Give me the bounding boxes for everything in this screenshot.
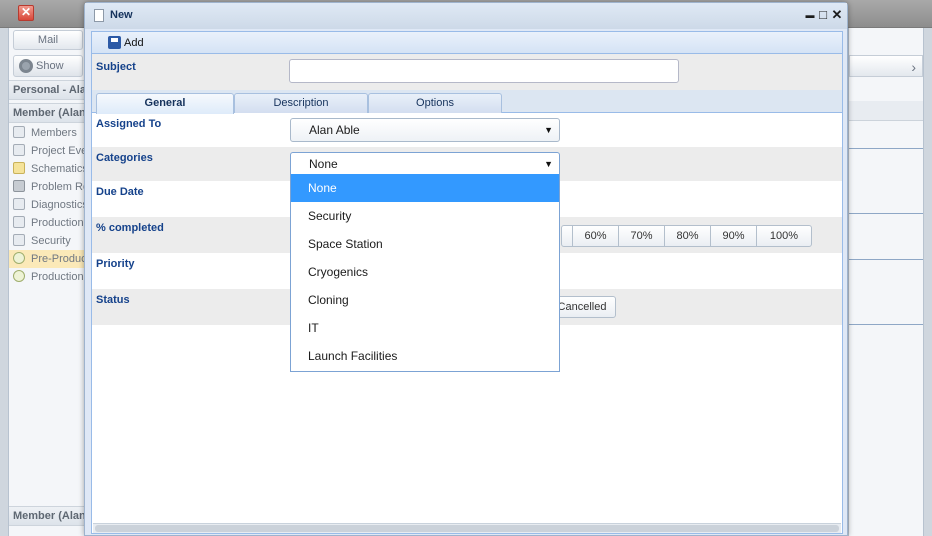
dropdown-option-launch-facilities[interactable]: Launch Facilities: [291, 342, 559, 370]
list-item[interactable]: Production: [9, 214, 85, 232]
assigned-to-label: Assigned To: [96, 118, 162, 130]
subject-label: Subject: [96, 61, 136, 73]
categories-dropdown-list: None Security Space Station Cryogenics C…: [290, 174, 560, 372]
grid-row-line: [849, 324, 923, 325]
list-item[interactable]: Problem Reports: [9, 178, 85, 196]
window-titlebar[interactable]: New ▬ □ ✕: [85, 3, 847, 29]
grid-row-line: [849, 213, 923, 214]
paper-icon: [13, 198, 25, 210]
grid-row-line: [849, 259, 923, 260]
status-label: Status: [96, 294, 130, 306]
percent-option-70[interactable]: 70%: [618, 225, 665, 247]
percent-option-80[interactable]: 80%: [664, 225, 711, 247]
background-nav-bar: ›: [849, 55, 923, 77]
calendar-icon: [13, 144, 25, 156]
subject-row: Subject: [92, 54, 842, 90]
percent-completed-segments: 60% 70% 80% 90% 100%: [561, 225, 812, 247]
dropdown-option-security[interactable]: Security: [291, 202, 559, 230]
section-member-bottom[interactable]: Member (Alan Able): [9, 506, 85, 526]
chevron-right-icon[interactable]: ›: [911, 59, 916, 75]
priority-label: Priority: [96, 258, 135, 270]
list-item[interactable]: Pre-Production: [9, 250, 85, 268]
list-item[interactable]: Schematics: [9, 160, 85, 178]
background-grid-header: [849, 101, 923, 121]
categories-label: Categories: [96, 152, 153, 164]
tab-general[interactable]: General: [96, 93, 234, 114]
background-sidebar: Mail Show Personal - Alan Member (Alan A…: [8, 28, 86, 536]
dropdown-option-space-station[interactable]: Space Station: [291, 230, 559, 258]
percent-option-100[interactable]: 100%: [756, 225, 812, 247]
categories-select[interactable]: None ▼: [290, 152, 560, 176]
eye-icon: [19, 59, 33, 73]
window-title: New: [110, 9, 133, 21]
mail-button[interactable]: Mail: [13, 30, 83, 50]
dropdown-option-it[interactable]: IT: [291, 314, 559, 342]
list-item[interactable]: Diagnostics: [9, 196, 85, 214]
close-icon[interactable]: ✕: [831, 7, 843, 23]
dropdown-option-cloning[interactable]: Cloning: [291, 286, 559, 314]
assigned-to-value: Alan Able: [309, 123, 360, 137]
dropdown-arrow-icon: ▼: [544, 159, 553, 169]
tab-strip: General Description Options: [92, 90, 842, 114]
dropdown-option-cryogenics[interactable]: Cryogenics: [291, 258, 559, 286]
scrollbar-thumb[interactable]: [95, 525, 839, 532]
background-folder-list: Members Project Events Schematics Proble…: [9, 124, 85, 286]
add-button-label: Add: [124, 37, 144, 49]
task-icon: [13, 270, 25, 282]
background-content-pane: ›: [848, 28, 924, 536]
assigned-to-select[interactable]: Alan Able ▼: [290, 118, 560, 142]
maximize-icon[interactable]: □: [817, 7, 829, 23]
document-icon: [94, 9, 104, 22]
dropdown-option-none[interactable]: None: [291, 174, 559, 202]
minimize-icon[interactable]: ▬: [804, 7, 816, 23]
list-item[interactable]: Members: [9, 124, 85, 142]
percent-option-60[interactable]: 60%: [572, 225, 619, 247]
show-button[interactable]: Show: [13, 55, 83, 77]
tab-description[interactable]: Description: [234, 93, 368, 113]
app-close-icon[interactable]: ✕: [18, 5, 34, 21]
categories-value: None: [309, 157, 338, 171]
save-icon: [108, 36, 121, 49]
list-item[interactable]: Production: [9, 268, 85, 286]
assigned-to-row: Assigned To Alan Able ▼: [92, 113, 842, 147]
percent-completed-label: % completed: [96, 222, 164, 234]
list-item[interactable]: Security: [9, 232, 85, 250]
grid-row-line: [849, 148, 923, 149]
members-icon: [13, 126, 25, 138]
horizontal-scrollbar[interactable]: [93, 523, 841, 533]
tab-options[interactable]: Options: [368, 93, 502, 113]
paper-icon: [13, 216, 25, 228]
show-button-label: Show: [36, 60, 64, 72]
percent-option-90[interactable]: 90%: [710, 225, 757, 247]
due-date-label: Due Date: [96, 186, 144, 198]
list-item[interactable]: Project Events: [9, 142, 85, 160]
dropdown-arrow-icon: ▼: [544, 125, 553, 135]
section-personal[interactable]: Personal - Alan: [9, 80, 85, 100]
section-member[interactable]: Member (Alan Able): [9, 103, 85, 123]
subject-input[interactable]: [289, 59, 679, 83]
paper-icon: [13, 234, 25, 246]
folder-icon: [13, 162, 25, 174]
add-button[interactable]: Add: [108, 35, 144, 51]
task-icon: [13, 252, 25, 264]
bolt-icon: [13, 180, 25, 192]
toolbar: Add: [92, 32, 842, 54]
